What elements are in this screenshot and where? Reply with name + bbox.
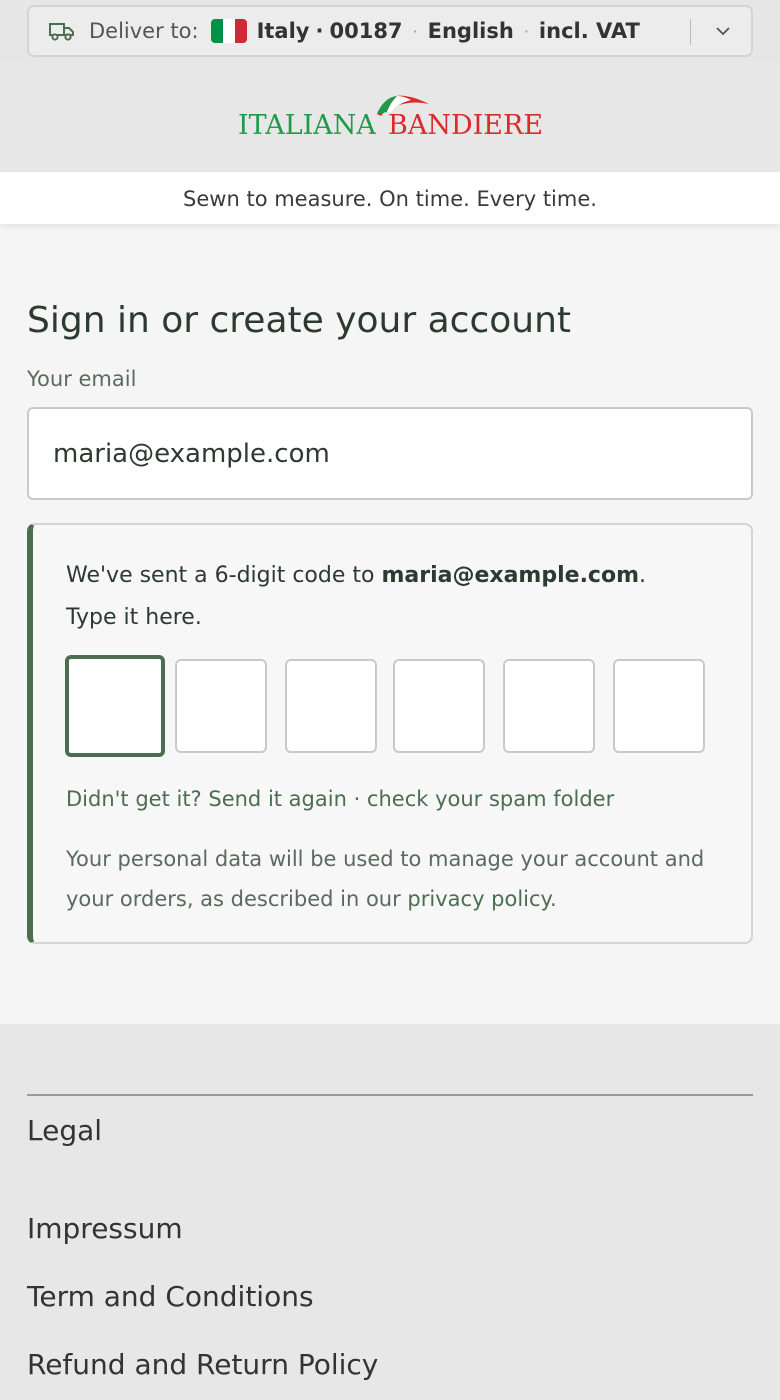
- footer-link-impressum[interactable]: Impressum: [27, 1212, 183, 1245]
- code-sent-email: maria@example.com: [381, 563, 640, 588]
- site-footer: Legal Impressum Term and Conditions Refu…: [0, 1024, 780, 1400]
- delivery-country: Italy: [256, 19, 310, 43]
- tagline: Sewn to measure. On time. Every time.: [0, 172, 780, 224]
- footer-legal-heading: Legal: [27, 1114, 103, 1147]
- code-digit-input-1[interactable]: [65, 655, 165, 757]
- footer-link-terms[interactable]: Term and Conditions: [27, 1280, 314, 1313]
- privacy-policy-link[interactable]: privacy policy: [407, 887, 550, 911]
- email-field[interactable]: [27, 407, 753, 500]
- code-sent-message: We've sent a 6-digit code to maria@examp…: [66, 563, 647, 630]
- separator-dot: ·: [315, 19, 324, 43]
- delivery-tax: incl. VAT: [538, 19, 640, 43]
- delivery-postal-code: 00187: [329, 19, 403, 43]
- footer-divider: [27, 1094, 753, 1096]
- footer-link-refund-policy[interactable]: Refund and Return Policy: [27, 1348, 378, 1381]
- verification-code-panel: We've sent a 6-digit code to maria@examp…: [27, 523, 753, 944]
- italy-flag-icon: [210, 19, 247, 43]
- delivery-selector[interactable]: Deliver to: Italy · 00187 · English · in…: [27, 5, 753, 57]
- email-label: Your email: [27, 367, 137, 391]
- code-digit-input-6[interactable]: [613, 659, 705, 753]
- deliver-to-label: Deliver to:: [89, 19, 199, 43]
- truck-icon: [49, 23, 74, 41]
- code-digit-input-3[interactable]: [285, 659, 377, 753]
- privacy-notice: Your personal data will be used to manag…: [66, 847, 705, 911]
- delivery-language: English: [427, 19, 514, 43]
- site-header: ITALIANA BANDIERE: [0, 62, 780, 172]
- brand-logo[interactable]: ITALIANA BANDIERE: [238, 92, 548, 152]
- divider: [690, 19, 691, 45]
- delivery-bar: Deliver to: Italy · 00187 · English · in…: [0, 0, 780, 62]
- code-digit-input-5[interactable]: [503, 659, 595, 753]
- separator-dot: ·: [523, 21, 529, 41]
- logo-text-right: BANDIERE: [388, 110, 544, 141]
- chevron-down-icon: [716, 27, 730, 36]
- logo-text-left: ITALIANA: [238, 110, 376, 141]
- page-title: Sign in or create your account: [27, 300, 572, 341]
- separator-dot: ·: [412, 21, 418, 41]
- code-digit-input-2[interactable]: [175, 659, 267, 753]
- resend-code-link[interactable]: Didn't get it? Send it again · check you…: [66, 787, 614, 811]
- code-digit-input-4[interactable]: [393, 659, 485, 753]
